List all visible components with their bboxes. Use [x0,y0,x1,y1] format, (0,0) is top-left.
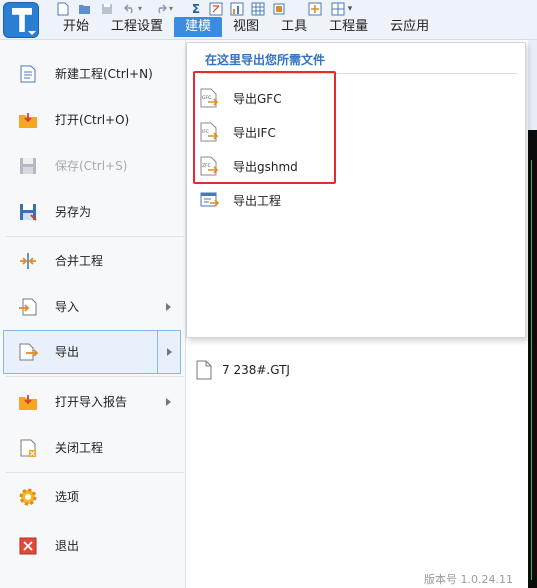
viewport-toolbar [528,40,537,130]
submenu-arrow-icon [166,303,171,311]
app-menu-button[interactable] [3,2,39,38]
menu-item-label: 打开导入报告 [55,395,128,409]
document-icon [196,360,212,380]
export-project-label: 导出工程 [233,194,282,208]
menu-item-export[interactable]: 导出 [3,330,181,374]
save-as-icon [20,204,37,221]
export-project-item[interactable]: 导出工程 [197,186,332,214]
menu-divider [6,236,184,237]
menu-item-options[interactable]: 选项 [0,475,185,519]
export-icon [19,343,38,361]
redo-dropdown-icon[interactable]: ▾ [167,1,175,16]
app-logo-icon [12,8,32,32]
submenu-arrow-icon [166,398,171,406]
save-icon[interactable] [99,1,115,16]
new-project-icon [20,65,36,83]
tab-project-settings[interactable]: 工程设置 [100,17,174,37]
export-project-icon [200,192,219,207]
submenu-heading: 在这里导出您所需文件 [205,53,326,67]
menu-divider [6,472,184,473]
tab-view[interactable]: 视图 [222,17,270,37]
save-icon [20,158,36,174]
menu-item-close-project[interactable]: 关闭工程 [0,426,185,470]
pin-icon[interactable] [271,1,287,16]
merge-icon [20,253,36,269]
file-menu: 新建工程(Ctrl+N) 打开(Ctrl+O) 保存(Ctrl+S) 另存为 合… [0,40,186,588]
menu-item-exit[interactable]: 退出 [0,524,185,568]
menu-item-label: 导入 [55,300,80,314]
menu-item-save-as[interactable]: 另存为 [0,190,185,234]
menu-item-new-project[interactable]: 新建工程(Ctrl+N) [0,52,185,96]
menu-item-label: 另存为 [55,205,92,219]
table-icon[interactable] [250,1,266,16]
new-file-icon[interactable] [55,1,71,16]
exit-icon [19,537,37,555]
menu-item-open[interactable]: 打开(Ctrl+O) [0,98,185,142]
menu-item-label: 新建工程(Ctrl+N) [55,67,153,81]
menu-divider [6,376,184,377]
chevron-down-icon [28,31,36,35]
tab-cloud[interactable]: 云应用 [379,17,440,37]
open-folder-icon [19,113,37,128]
recent-file-label: 7 238#.GTJ [222,363,290,377]
menu-item-label: 保存(Ctrl+S) [55,159,128,173]
sum-icon[interactable]: Σ [188,1,204,16]
gear-icon [19,488,37,506]
tab-tools[interactable]: 工具 [270,17,318,37]
tab-quantities[interactable]: 工程量 [318,17,379,37]
close-project-icon [20,439,36,457]
menu-item-open-import-report[interactable]: 打开导入报告 [0,380,185,424]
tab-modeling[interactable]: 建模 [174,17,223,37]
menu-item-label: 导出 [55,345,80,359]
menu-item-label: 打开(Ctrl+O) [55,113,130,127]
menu-item-label: 关闭工程 [55,441,104,455]
formula-icon[interactable] [208,1,224,16]
menu-item-label: 选项 [55,490,80,504]
add-icon[interactable] [307,1,323,16]
chart-icon[interactable] [229,1,245,16]
submenu-arrow-icon[interactable] [167,348,172,356]
undo-dropdown-icon[interactable]: ▾ [136,1,144,16]
ribbon-bar: ▾ ▾ Σ ▾ 开始 工程设置 建模 视图 工具 工程量 云应用 [0,0,537,40]
menu-item-import[interactable]: 导入 [0,285,185,329]
grid-icon[interactable] [330,1,346,16]
viewport-strip [528,40,537,588]
menu-item-merge[interactable]: 合并工程 [0,239,185,283]
dropdown-icon[interactable]: ▾ [346,1,354,16]
report-folder-icon [19,395,37,410]
menu-item-save[interactable]: 保存(Ctrl+S) [0,144,185,188]
grid-line [531,160,532,580]
ribbon-tabs: 开始 工程设置 建模 视图 工具 工程量 云应用 [52,17,440,37]
menu-item-label: 合并工程 [55,254,104,268]
split-divider [157,331,158,373]
highlight-box [193,71,336,184]
tab-start[interactable]: 开始 [52,17,100,37]
open-file-icon[interactable] [77,1,93,16]
version-label: 版本号 1.0.24.11 [424,573,513,586]
menu-item-label: 退出 [55,539,80,553]
import-icon [19,298,37,316]
